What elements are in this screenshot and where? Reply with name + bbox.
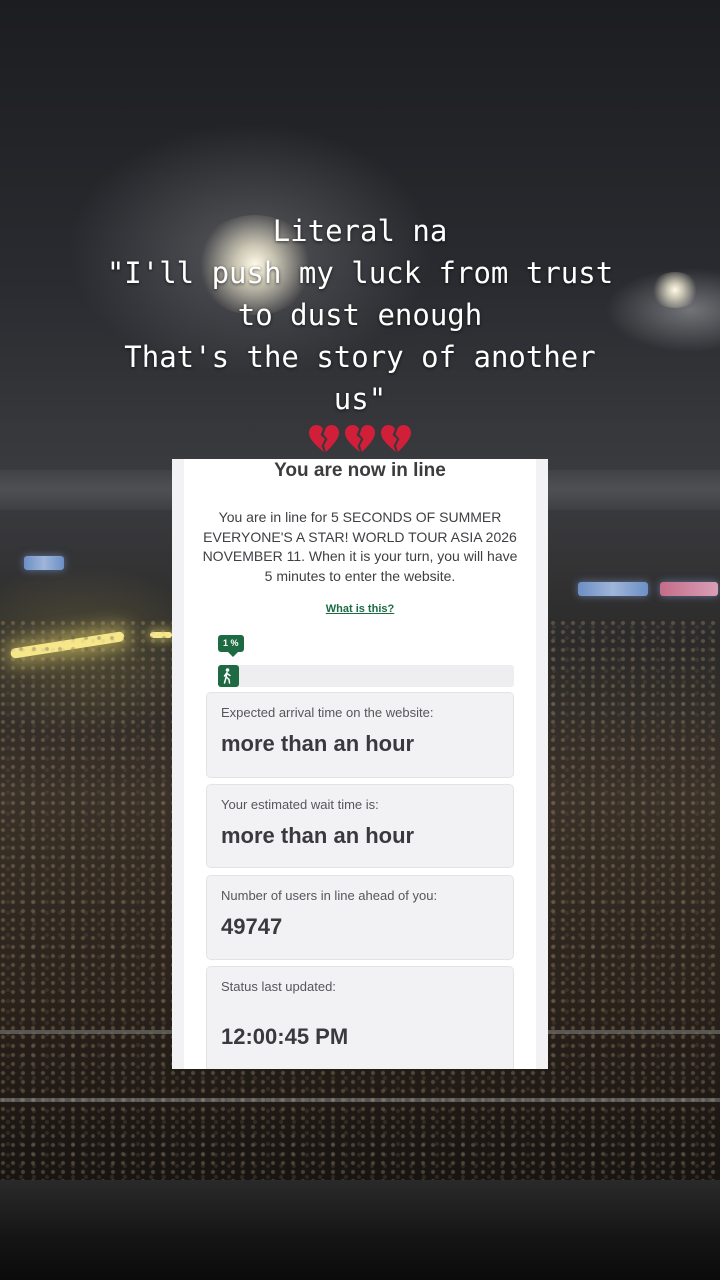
arena-signage — [660, 582, 718, 596]
floor — [0, 1180, 720, 1280]
broken-hearts — [0, 424, 720, 454]
arena-signage — [578, 582, 648, 596]
card-side-margin — [172, 459, 184, 1069]
box-label: Number of users in line ahead of you: — [221, 888, 438, 903]
box-label: Expected arrival time on the website: — [221, 705, 434, 720]
queue-title: You are now in line — [274, 460, 446, 481]
broken-heart-icon — [345, 425, 375, 452]
progress-percent-badge: 1 % — [218, 635, 244, 657]
queue-description: You are in line for 5 SECONDS OF SUMMER … — [202, 509, 518, 584]
box-value: 12:00:45 PM — [221, 1024, 349, 1049]
box-value: more than an hour — [221, 823, 415, 848]
box-label: Status last updated: — [221, 979, 336, 994]
last-updated-box: Status last updated: 12:00:45 PM — [206, 966, 514, 1069]
caption-line: us" — [333, 382, 387, 416]
wait-time-box: Your estimated wait time is: more than a… — [206, 784, 514, 868]
card-side-margin — [536, 459, 548, 1069]
arena-signage — [24, 556, 64, 570]
caption-line: "I'll push my luck from trust — [106, 256, 614, 290]
box-value: 49747 — [221, 914, 283, 939]
caption-line: to dust enough — [237, 298, 483, 332]
users-ahead-box: Number of users in line ahead of you: 49… — [206, 875, 514, 960]
caption-overlay: Literal na "I'll push my luck from trust… — [0, 210, 720, 454]
caption-line: Literal na — [272, 214, 448, 248]
queue-card: You are now in line You are in line for … — [172, 459, 548, 1069]
queue-content: You are now in line You are in line for … — [184, 459, 536, 1069]
caption-line: That's the story of another — [124, 340, 596, 374]
box-label: Your estimated wait time is: — [221, 797, 379, 812]
queue-progress: 1 % — [206, 629, 514, 687]
broken-heart-icon — [309, 425, 339, 452]
box-value: more than an hour — [221, 731, 415, 756]
what-is-this-link[interactable]: What is this? — [184, 603, 536, 615]
progress-track — [218, 665, 514, 687]
broken-heart-icon — [381, 425, 411, 452]
walking-person-icon — [218, 665, 236, 687]
railing — [0, 1098, 720, 1102]
arrival-time-box: Expected arrival time on the website: mo… — [206, 692, 514, 778]
